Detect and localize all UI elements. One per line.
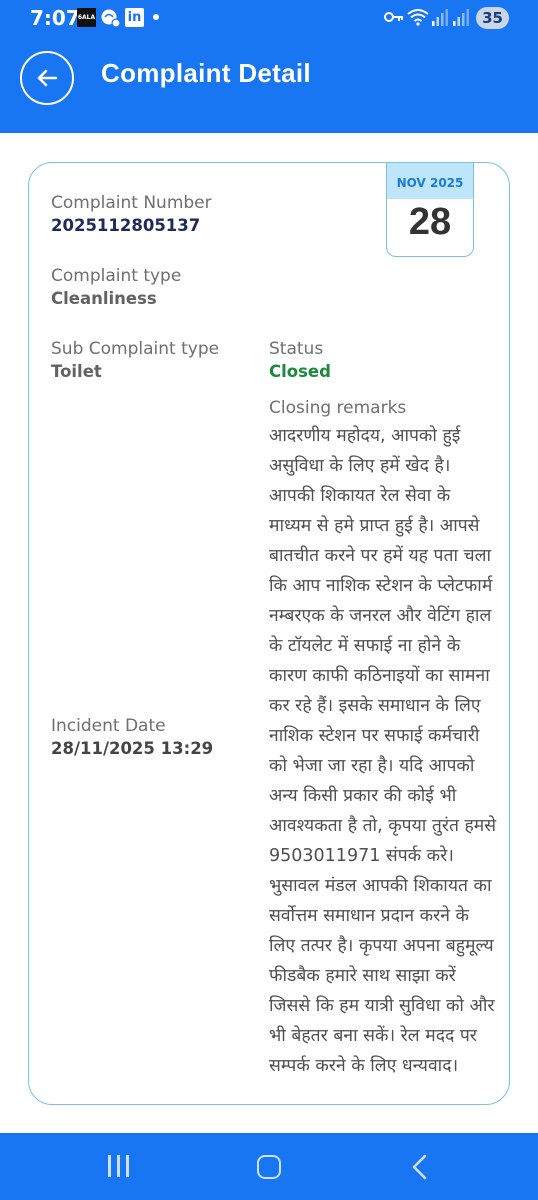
- key-icon: [384, 12, 403, 22]
- app-notification-icon: 6ALA: [77, 8, 96, 27]
- message-notification-icon: [101, 9, 121, 28]
- complaint-card: NOV 2025 28 Complaint Number 20251128051…: [28, 162, 510, 1105]
- signal-icon: [453, 9, 469, 26]
- recents-icon[interactable]: [106, 1155, 132, 1177]
- complaint-type-label: Complaint type: [51, 266, 182, 286]
- sub-complaint-type-label: Sub Complaint type: [51, 339, 220, 359]
- sub-complaint-type-value: Toilet: [51, 362, 102, 381]
- closing-remarks-text: आदरणीय महोदय, आपको हुई असुविधा के लिए हम…: [269, 426, 497, 1076]
- incident-date-value: 28/11/2025 13:29: [51, 739, 214, 758]
- incident-date-label: Incident Date: [51, 716, 166, 736]
- status-bar: 7:07 6ALA in 35: [0, 0, 538, 36]
- status-label: Status: [269, 339, 324, 359]
- date-day: 28: [408, 201, 452, 243]
- arrow-left-icon: [37, 69, 58, 87]
- complaint-type-value: Cleanliness: [51, 289, 157, 308]
- back-button[interactable]: [20, 51, 74, 105]
- closing-remarks-label: Closing remarks: [269, 398, 407, 418]
- more-notifications-dot: [153, 14, 159, 20]
- back-chevron-icon[interactable]: [410, 1153, 428, 1181]
- signal-icon: [432, 9, 448, 26]
- complaint-number-value: 2025112805137: [51, 216, 201, 235]
- home-icon[interactable]: [257, 1155, 281, 1179]
- page-title: Complaint Detail: [101, 58, 311, 88]
- linkedin-icon: in: [125, 8, 144, 27]
- status-time: 7:07: [30, 6, 80, 30]
- date-badge: NOV 2025 28: [386, 163, 474, 257]
- date-month-year: NOV 2025: [387, 163, 473, 199]
- status-badge: Closed: [269, 362, 331, 381]
- complaint-number-label: Complaint Number: [51, 193, 212, 213]
- battery-indicator: 35: [476, 7, 509, 29]
- system-nav-bar: [0, 1133, 538, 1200]
- wifi-icon: [407, 9, 429, 26]
- app-bar: Complaint Detail: [0, 36, 538, 133]
